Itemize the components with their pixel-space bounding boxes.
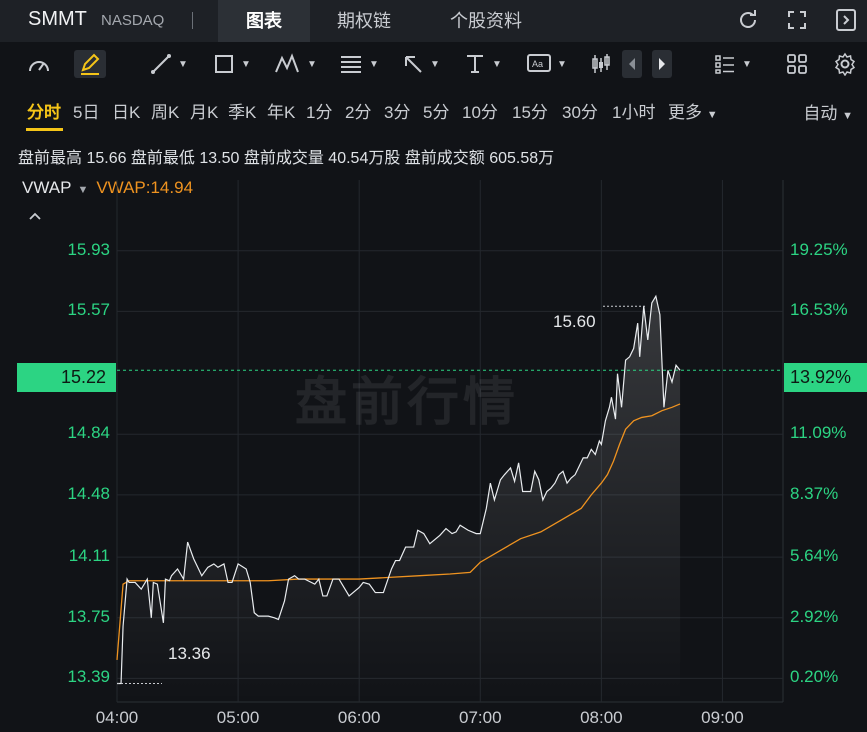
y-tick-label-left: 15.57 bbox=[67, 300, 110, 320]
current-price-tag: 15.22 bbox=[17, 363, 116, 392]
y-tick-label-right: 16.53% bbox=[790, 300, 848, 320]
current-pct-tag: 13.92% bbox=[784, 363, 867, 392]
y-tick-label-right: 2.92% bbox=[790, 606, 839, 626]
x-tick-label: 04:00 bbox=[95, 708, 139, 727]
y-tick-label-left: 13.75 bbox=[67, 606, 110, 626]
watermark: 盘前行情 bbox=[295, 374, 520, 432]
x-tick-label: 06:00 bbox=[337, 708, 381, 727]
y-tick-label-left: 13.39 bbox=[67, 667, 110, 687]
y-tick-label-right: 11.09% bbox=[790, 423, 847, 443]
y-tick-label-left: 14.84 bbox=[67, 423, 110, 443]
x-tick-label: 05:00 bbox=[216, 708, 260, 727]
y-tick-label-right: 5.64% bbox=[790, 546, 839, 566]
x-tick-label: 09:00 bbox=[701, 708, 744, 727]
x-tick-label: 07:00 bbox=[458, 708, 502, 727]
y-tick-label-left: 15.93 bbox=[67, 239, 110, 259]
y-tick-label-right: 19.25% bbox=[790, 239, 848, 259]
y-tick-label-left: 14.48 bbox=[67, 483, 110, 503]
y-tick-label-right: 0.20% bbox=[790, 667, 839, 687]
y-tick-label-right: 8.37% bbox=[790, 483, 839, 503]
y-tick-label-left: 14.11 bbox=[68, 546, 110, 566]
high-price-label: 15.60 bbox=[553, 312, 596, 331]
x-tick-label: 08:00 bbox=[580, 708, 623, 727]
price-area-fill bbox=[117, 296, 681, 702]
low-price-label: 13.36 bbox=[168, 644, 211, 663]
